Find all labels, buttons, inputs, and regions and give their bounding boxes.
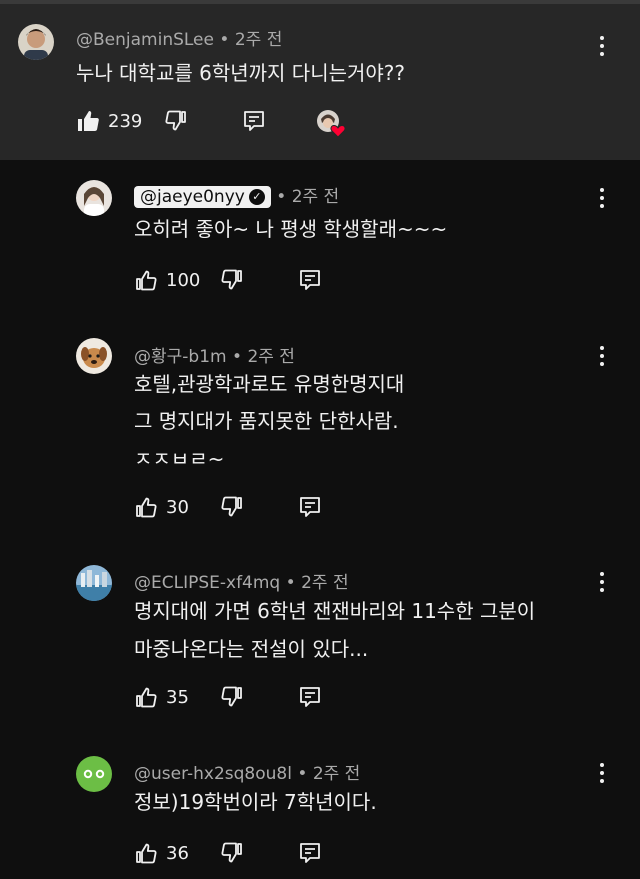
- dislike-icon: [221, 686, 242, 707]
- dislike-button[interactable]: [164, 109, 188, 133]
- author-handle[interactable]: @ECLIPSE-xf4mq: [134, 573, 280, 593]
- verified-icon: ✓: [248, 189, 265, 205]
- dislike-icon: [165, 110, 186, 131]
- reply-icon: [300, 497, 320, 517]
- more-options-icon[interactable]: [592, 31, 612, 61]
- like-button[interactable]: 239: [76, 109, 142, 133]
- reply-icon: [244, 111, 264, 131]
- reply-button[interactable]: [242, 109, 266, 133]
- comment-actions: 239: [76, 109, 396, 139]
- like-button[interactable]: 30: [134, 495, 189, 519]
- like-count: 239: [108, 110, 143, 132]
- comment-meta: @jaeye0nyy ✓ • 2주 전: [134, 182, 339, 208]
- like-icon: [136, 687, 157, 708]
- like-icon: [136, 497, 157, 518]
- comment-text-line: 명지대에 가면 6학년 잰잰바리와 11수한 그분이: [134, 599, 536, 623]
- author-handle[interactable]: @BenjaminSLee: [76, 30, 214, 50]
- like-icon: [78, 111, 99, 131]
- like-icon: [136, 270, 157, 291]
- parent-comment: @BenjaminSLee • 2주 전 누나 대학교를 6학년까지 다니는거야…: [0, 4, 640, 160]
- reply-comment: @ECLIPSE-xf4mq • 2주 전 명지대에 가면 6학년 잰잰바리와 …: [0, 552, 640, 742]
- comment-meta: @ECLIPSE-xf4mq • 2주 전: [134, 573, 349, 593]
- comment-text-line: ㅈㅈㅂㄹ~: [134, 447, 225, 464]
- like-count: 30: [166, 496, 189, 518]
- comment-text: 정보)19학번이라 7학년이다.: [134, 790, 377, 814]
- comment-time: 2주 전: [301, 573, 349, 593]
- reply-button[interactable]: [298, 495, 322, 519]
- dislike-button[interactable]: [220, 495, 244, 519]
- more-options-icon[interactable]: [592, 341, 612, 371]
- comment-text: 오히려 좋아~ 나 평생 학생할래~~~: [134, 217, 448, 241]
- reply-icon: [300, 843, 320, 863]
- author-handle-text: @jaeye0nyy: [140, 187, 245, 207]
- reply-comment: @황구-b1m • 2주 전 호텔,관광학과로도 유명한명지대 그 명지대가 품…: [0, 322, 640, 552]
- comment-time: 2주 전: [312, 764, 361, 784]
- comment-meta: @user-hx2sq8ou8l • 2주 전: [134, 764, 361, 784]
- avatar[interactable]: [76, 180, 112, 216]
- comment-actions: 100: [134, 268, 374, 298]
- creator-heart: [316, 109, 346, 139]
- dislike-icon: [221, 496, 242, 517]
- dislike-icon: [221, 269, 242, 290]
- heart-icon: [330, 124, 346, 138]
- comment-time: 2주 전: [247, 347, 295, 367]
- dislike-button[interactable]: [220, 685, 244, 709]
- comment-meta: @BenjaminSLee • 2주 전: [76, 30, 283, 50]
- like-count: 36: [166, 842, 189, 864]
- comment-meta: @황구-b1m • 2주 전: [134, 347, 295, 367]
- avatar[interactable]: [18, 24, 54, 60]
- comment-time: 2주 전: [234, 30, 283, 50]
- comment-actions: 35: [134, 685, 374, 715]
- reply-button[interactable]: [298, 268, 322, 292]
- more-options-icon[interactable]: [592, 183, 612, 213]
- comment-text-line: 그 명지대가 품지못한 단한사람.: [134, 409, 399, 433]
- reply-icon: [300, 687, 320, 707]
- avatar[interactable]: [76, 565, 112, 601]
- more-options-icon[interactable]: [592, 567, 612, 597]
- like-button[interactable]: 36: [134, 841, 189, 865]
- like-icon: [136, 843, 157, 864]
- like-button[interactable]: 35: [134, 685, 189, 709]
- author-handle[interactable]: @user-hx2sq8ou8l: [134, 764, 292, 784]
- reply-comment: @user-hx2sq8ou8l • 2주 전 정보)19학번이라 7학년이다.…: [0, 742, 640, 879]
- author-handle[interactable]: @jaeye0nyy ✓: [134, 186, 271, 208]
- avatar[interactable]: [76, 756, 112, 792]
- comment-time: 2주 전: [291, 187, 340, 207]
- like-count: 100: [166, 269, 201, 291]
- comment-text-line: 마중나온다는 전설이 있다...: [134, 637, 369, 661]
- dislike-button[interactable]: [220, 841, 244, 865]
- like-button[interactable]: 100: [134, 268, 200, 292]
- like-count: 35: [166, 686, 189, 708]
- reply-icon: [300, 270, 320, 290]
- author-handle[interactable]: @황구-b1m: [134, 347, 227, 367]
- comment-text: 누나 대학교를 6학년까지 다니는거야??: [76, 61, 406, 85]
- more-options-icon[interactable]: [592, 758, 612, 788]
- comment-text-line: 호텔,관광학과로도 유명한명지대: [134, 372, 405, 396]
- comment-actions: 30: [134, 495, 374, 525]
- dislike-icon: [221, 842, 242, 863]
- avatar[interactable]: [76, 338, 112, 374]
- reply-button[interactable]: [298, 841, 322, 865]
- reply-comment: @jaeye0nyy ✓ • 2주 전 오히려 좋아~ 나 평생 학생할래~~~ …: [0, 160, 640, 322]
- reply-button[interactable]: [298, 685, 322, 709]
- comment-actions: 36: [134, 841, 374, 871]
- dislike-button[interactable]: [220, 268, 244, 292]
